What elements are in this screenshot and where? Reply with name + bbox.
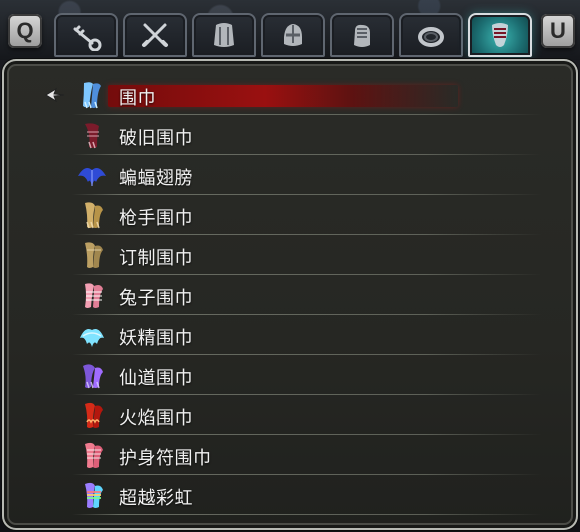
item-name: 破旧围巾 bbox=[119, 128, 193, 149]
scarf-icon bbox=[85, 242, 103, 268]
scarf-icon bbox=[85, 283, 103, 308]
body-armor-icon bbox=[214, 23, 234, 47]
item-name: 超越彩虹 bbox=[119, 488, 193, 509]
list-item[interactable]: 围巾 bbox=[45, 75, 562, 115]
list-item[interactable]: 枪手围巾 bbox=[72, 195, 562, 235]
list-item[interactable]: 护身符围巾 bbox=[72, 435, 562, 475]
crossed-swords-icon bbox=[142, 23, 168, 47]
tab-gauntlet[interactable] bbox=[330, 13, 394, 57]
list-item[interactable]: 蝙蝠翅膀 bbox=[72, 155, 562, 195]
item-name: 妖精围巾 bbox=[119, 328, 193, 349]
flame-scarf-icon bbox=[85, 402, 103, 428]
item-name: 仙道围巾 bbox=[119, 368, 193, 389]
prev-tab-key-button[interactable]: Q bbox=[8, 14, 42, 48]
item-name: 兔子围巾 bbox=[119, 288, 193, 309]
scarf-icon bbox=[85, 123, 99, 149]
bat-wing-icon bbox=[78, 168, 106, 186]
selection-cursor-icon bbox=[45, 87, 65, 103]
tab-weapons[interactable] bbox=[123, 13, 187, 57]
tab-scarf[interactable] bbox=[468, 13, 532, 57]
scarf-list: 围巾 破旧围巾 蝙蝠翅膀 枪手围巾 订制围巾 兔子围巾 妖精围巾 仙道围巾 火焰… bbox=[45, 75, 562, 515]
tab-ring[interactable] bbox=[399, 13, 463, 57]
selection-highlight bbox=[108, 85, 458, 107]
item-name: 护身符围巾 bbox=[119, 448, 212, 469]
amulet-scarf-icon bbox=[85, 442, 103, 468]
item-list-panel: 围巾 破旧围巾 蝙蝠翅膀 枪手围巾 订制围巾 兔子围巾 妖精围巾 仙道围巾 火焰… bbox=[2, 59, 578, 530]
list-item[interactable]: 兔子围巾 bbox=[72, 275, 562, 315]
rainbow-scarf-icon bbox=[85, 482, 103, 508]
tab-helmet[interactable] bbox=[261, 13, 325, 57]
item-name: 围巾 bbox=[119, 88, 156, 109]
tab-key[interactable] bbox=[54, 13, 118, 57]
scarf-icon bbox=[83, 364, 103, 389]
list-item[interactable]: 破旧围巾 bbox=[72, 115, 562, 155]
item-name: 订制围巾 bbox=[119, 248, 193, 269]
gauntlet-icon bbox=[354, 24, 370, 47]
list-item[interactable]: 订制围巾 bbox=[72, 235, 562, 275]
row-divider bbox=[72, 514, 542, 515]
key-icon bbox=[73, 25, 102, 51]
tab-body-armor[interactable] bbox=[192, 13, 256, 57]
item-name: 火焰围巾 bbox=[119, 408, 193, 429]
next-tab-key-button[interactable]: U bbox=[541, 14, 575, 48]
ring-icon bbox=[418, 27, 444, 47]
list-item[interactable]: 超越彩虹 bbox=[72, 475, 562, 515]
list-item[interactable]: 仙道围巾 bbox=[72, 355, 562, 395]
item-name: 蝙蝠翅膀 bbox=[119, 168, 193, 189]
list-item[interactable]: 妖精围巾 bbox=[72, 315, 562, 355]
scarf-icon bbox=[492, 23, 508, 47]
scarf-icon bbox=[85, 202, 103, 229]
fairy-scarf-icon bbox=[80, 329, 104, 347]
helmet-icon bbox=[284, 24, 302, 46]
scarf-icon bbox=[83, 82, 101, 109]
equipment-window: Q U 围巾 破旧围巾 蝙蝠翅膀 枪手围巾 订制围巾 兔子围巾 妖精围巾 仙道围… bbox=[0, 0, 580, 532]
equipment-category-tabs bbox=[54, 13, 532, 57]
list-item[interactable]: 火焰围巾 bbox=[72, 395, 562, 435]
item-name: 枪手围巾 bbox=[119, 208, 193, 229]
